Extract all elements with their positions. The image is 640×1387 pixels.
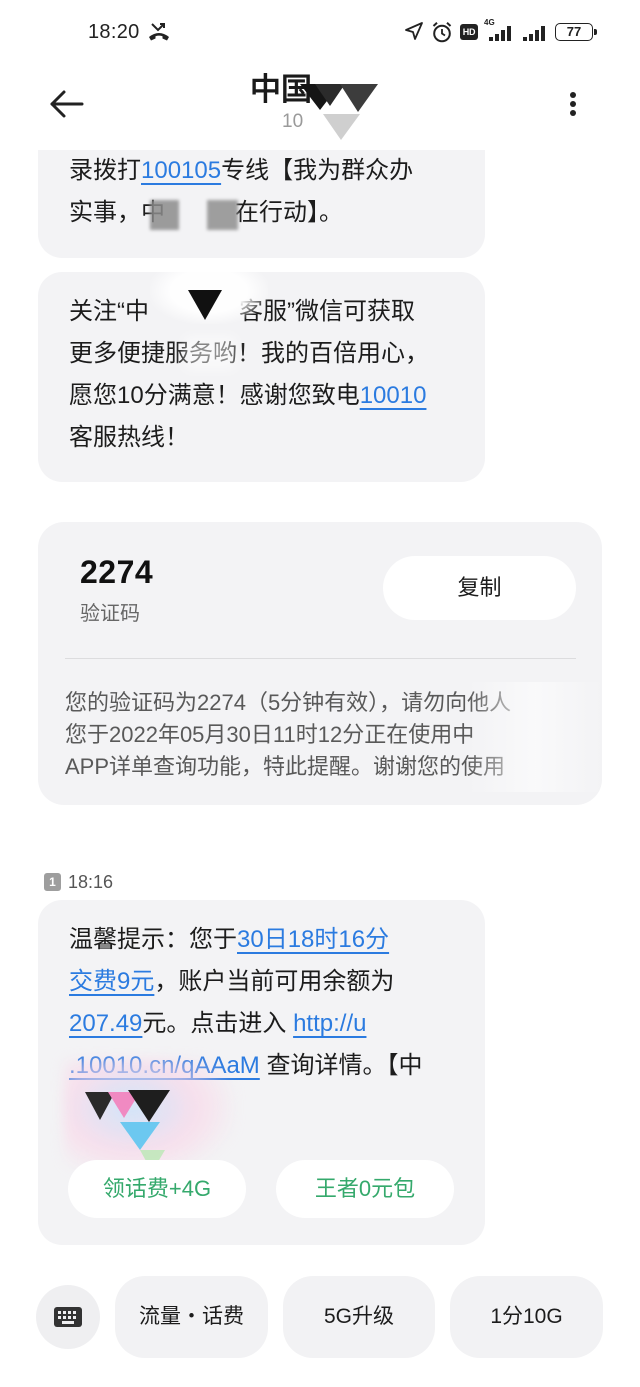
missed-call-icon	[149, 23, 169, 41]
message-text: 查询详情。【中	[259, 1052, 423, 1079]
phone-number-link[interactable]: 10010	[360, 382, 427, 409]
signal-icon	[523, 26, 545, 41]
claim-credit-4g-button[interactable]: 领话费+4G	[68, 1160, 246, 1218]
copy-code-button[interactable]: 复制	[383, 556, 576, 620]
text-fade-overlay	[468, 682, 602, 792]
message-text: 温馨提示：您于	[69, 926, 237, 953]
message-bubble: 温馨提示：您于30日18时16分 交费9元，账户当前可用余额为 207.49元。…	[38, 900, 485, 1245]
location-arrow-icon	[405, 22, 423, 40]
redaction-haze	[184, 336, 236, 370]
message-text: ，账户当前可用余额为	[154, 968, 395, 995]
quick-reply-1yuan-10g[interactable]: 1分10G	[450, 1276, 603, 1358]
message-line: 客服热线！	[69, 417, 454, 459]
more-options-button[interactable]	[556, 82, 590, 126]
message-line: 愿您10分满意！感谢您致电10010	[69, 375, 454, 417]
redaction-mosaic	[300, 84, 378, 140]
sim-slot-badge: 1	[44, 873, 61, 891]
keyboard-toggle-button[interactable]	[36, 1285, 100, 1349]
verification-code: 2274	[80, 554, 154, 590]
quick-reply-data-credit[interactable]: 流量・话费	[115, 1276, 268, 1358]
battery-icon: 77	[555, 23, 593, 41]
card-divider	[65, 658, 576, 659]
phone-number-link[interactable]: 100105	[141, 157, 221, 184]
url-link[interactable]: http://u	[293, 1010, 366, 1037]
message-line: 207.49元。点击进入 http://u	[69, 1003, 454, 1045]
more-vertical-icon	[570, 92, 576, 116]
hd-voice-badge: HD	[460, 24, 478, 40]
message-text: 客服热线！	[69, 424, 189, 451]
redaction-block	[150, 200, 179, 230]
message-line: 实事，中 在行动】。	[69, 192, 454, 234]
top-bar: 18:20 HD 4G 77 中国 10	[0, 0, 640, 150]
verification-code-label: 验证码	[80, 603, 140, 625]
message-text: 录拨打	[69, 157, 141, 184]
message-text: 愿您10分满意！感谢您致电	[69, 382, 360, 409]
quick-reply-5g-upgrade[interactable]: 5G升级	[283, 1276, 435, 1358]
payment-link[interactable]: 交费9元	[69, 968, 154, 995]
balance-link[interactable]: 207.49	[69, 1010, 142, 1037]
message-line: 录拨打100105专线【我为群众办	[69, 150, 454, 192]
keyboard-icon	[54, 1307, 82, 1327]
datetime-link[interactable]: 30日18时16分	[237, 926, 389, 953]
back-arrow-icon	[50, 90, 84, 118]
redaction-block	[207, 200, 238, 230]
message-line: 交费9元，账户当前可用余额为	[69, 961, 454, 1003]
battery-level: 77	[566, 24, 582, 39]
message-text: 在行动】。	[235, 199, 343, 226]
message-bubble: 关注“中 客服”微信可获取 更多便捷服务哟！我的百倍用心， 愿您10分满意！感谢您…	[38, 258, 485, 482]
message-text: 专线【我为群众办	[221, 157, 414, 184]
signal-icon	[489, 26, 511, 41]
alarm-clock-icon	[432, 22, 452, 43]
message-line: 温馨提示：您于30日18时16分	[69, 919, 454, 961]
battery-cap	[594, 29, 597, 35]
back-button[interactable]	[40, 82, 92, 126]
verification-code-card: 2274 验证码 复制 您的验证码为2274（5分钟有效），请勿向他人 您于20…	[38, 522, 602, 805]
status-time: 18:20	[88, 21, 140, 43]
redaction-mosaic	[188, 290, 222, 320]
king-free-pack-button[interactable]: 王者0元包	[276, 1160, 454, 1218]
message-text: 元。点击进入	[142, 1010, 294, 1037]
message-timestamp: 18:16	[68, 872, 114, 892]
